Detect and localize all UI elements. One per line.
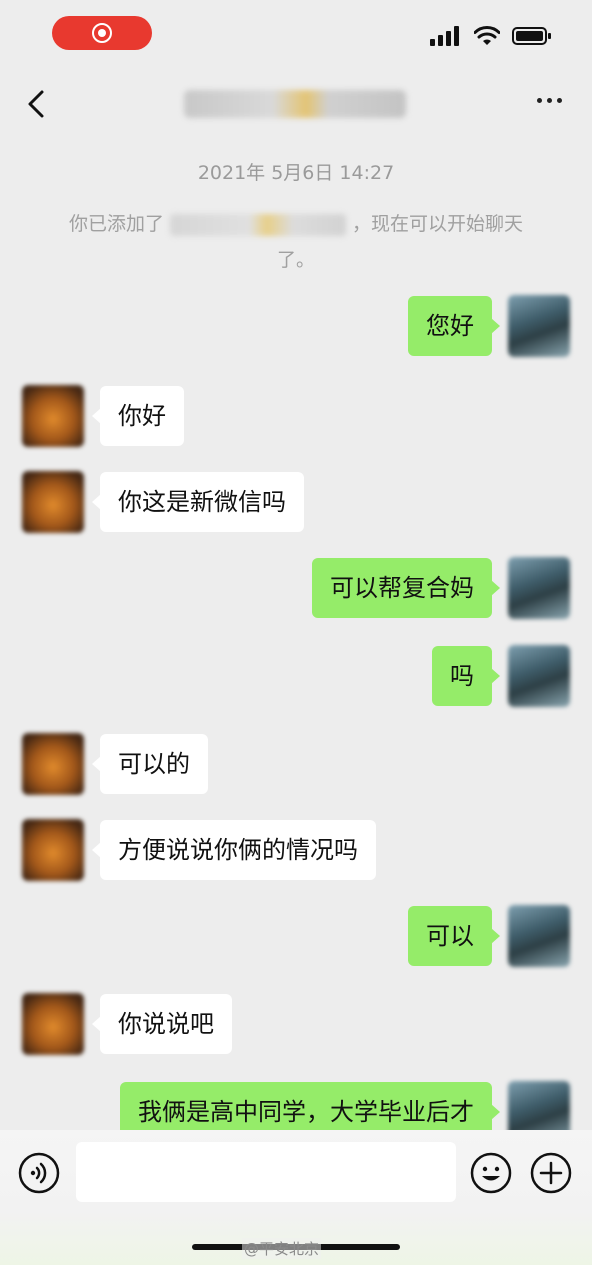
my-message-bubble[interactable]: 吗 (432, 646, 500, 706)
my-message-bubble[interactable]: 可以 (408, 906, 500, 966)
record-icon (92, 23, 112, 43)
contact-message-bubble[interactable]: 你这是新微信吗 (92, 472, 304, 532)
my-message-bubble[interactable]: 我俩是高中同学，大学毕业后才 (120, 1082, 500, 1130)
contact-name-redacted (170, 213, 346, 236)
my-message-bubble[interactable]: 可以帮复合妈 (312, 558, 500, 618)
chat-title-redacted (184, 90, 406, 118)
more-dots-icon (537, 98, 542, 103)
emoji-button[interactable] (470, 1152, 512, 1194)
system-icons (430, 26, 552, 46)
status-bar (0, 0, 592, 70)
contact-message-bubble[interactable]: 可以的 (92, 734, 208, 794)
my-avatar[interactable] (508, 905, 570, 967)
contact-avatar[interactable] (22, 471, 84, 533)
contact-avatar[interactable] (22, 819, 84, 881)
voice-icon (18, 1152, 60, 1194)
signal-icon (430, 26, 459, 46)
system-message-prefix: 你已添加了 (68, 213, 164, 235)
plus-button[interactable] (530, 1152, 572, 1194)
chat-messages[interactable]: 2021年 5月6日 14:27 你已添加了 ，现在可以开始聊天了。 您好 你好 … (0, 140, 592, 1130)
battery-icon (512, 27, 551, 45)
chevron-left-icon (28, 90, 44, 118)
my-avatar[interactable] (508, 1081, 570, 1130)
contact-avatar[interactable] (22, 993, 84, 1055)
my-avatar[interactable] (508, 645, 570, 707)
plus-icon (530, 1152, 572, 1194)
my-avatar[interactable] (508, 295, 570, 357)
my-message-bubble[interactable]: 您好 (408, 296, 500, 356)
watermark: @平安北京 (242, 1238, 322, 1259)
emoji-icon (470, 1152, 512, 1194)
screen-record-indicator[interactable] (52, 16, 152, 50)
contact-avatar[interactable] (22, 733, 84, 795)
chat-header (0, 78, 592, 130)
contact-message-bubble[interactable]: 你好 (92, 386, 184, 446)
contact-message-bubble[interactable]: 方便说说你俩的情况吗 (92, 820, 376, 880)
contact-avatar[interactable] (22, 385, 84, 447)
message-input[interactable] (76, 1142, 456, 1202)
voice-button[interactable] (18, 1152, 60, 1194)
my-avatar[interactable] (508, 557, 570, 619)
message-timestamp: 2021年 5月6日 14:27 (197, 162, 395, 184)
system-message: 你已添加了 ，现在可以开始聊天了。 (50, 206, 542, 278)
contact-message-bubble[interactable]: 你说说吧 (92, 994, 232, 1054)
wifi-icon (474, 26, 500, 45)
more-button[interactable] (537, 98, 562, 103)
back-button[interactable] (18, 84, 54, 124)
